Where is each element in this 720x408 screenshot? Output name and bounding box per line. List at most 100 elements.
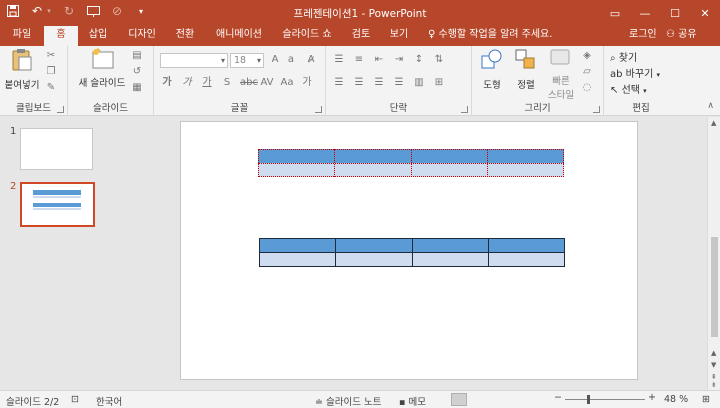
save-icon[interactable] (6, 4, 20, 18)
tab-insert[interactable]: 삽입 (82, 26, 114, 46)
slideshow-view-icon[interactable] (535, 393, 551, 406)
customize-icon[interactable]: ▾ (134, 4, 148, 18)
tab-animations[interactable]: 애니메이션 (210, 26, 268, 46)
columns-icon[interactable]: ▥ (412, 77, 426, 89)
normal-view-icon[interactable] (451, 393, 467, 406)
slide-canvas[interactable] (180, 121, 638, 380)
reset-icon[interactable]: ↺ (130, 66, 144, 78)
ribbon-display-icon[interactable]: ▭ (600, 0, 630, 26)
slide-thumbnail-2[interactable] (20, 182, 95, 227)
slide-sorter-icon[interactable] (479, 393, 495, 406)
section-icon[interactable]: ▦ (130, 82, 144, 94)
zoom-level[interactable]: 48 % (664, 394, 688, 405)
chevron-down-icon: ▾ (643, 87, 647, 95)
notes-button[interactable]: ≐ 슬라이드 노트 (315, 394, 381, 408)
shapes-button[interactable]: 도형 (476, 48, 508, 91)
italic-icon[interactable]: 가 (180, 77, 194, 89)
spacing-icon[interactable]: AV (260, 77, 274, 89)
tab-design[interactable]: 디자인 (122, 26, 162, 46)
paste-button[interactable]: 붙여넣기 (4, 48, 40, 91)
reading-view-icon[interactable] (507, 393, 523, 406)
touch-mode-icon[interactable]: ⊘ (110, 4, 124, 18)
underline-icon[interactable]: 가 (200, 77, 214, 89)
arrange-button[interactable]: 정렬 (510, 48, 542, 91)
shape-fill-icon[interactable]: ◈ (580, 50, 594, 62)
redo-icon[interactable]: ↻ (62, 4, 76, 18)
start-from-beginning-icon[interactable] (86, 4, 100, 18)
undo-icon[interactable]: ↶ (30, 4, 44, 18)
table-1[interactable] (258, 149, 564, 177)
justify-icon[interactable]: ☰ (392, 77, 406, 89)
increase-indent-icon[interactable]: ⇥ (392, 54, 406, 66)
cut-icon[interactable]: ✂ (44, 50, 58, 62)
tab-transitions[interactable]: 전환 (168, 26, 202, 46)
tab-file[interactable]: 파일 (6, 26, 38, 46)
tab-review[interactable]: 검토 (346, 26, 376, 46)
scroll-down-icon[interactable]: ▼ (711, 361, 716, 369)
line-spacing-icon[interactable]: ↕ (412, 54, 426, 66)
language-indicator[interactable]: 한국어 (96, 394, 122, 408)
tell-me-box[interactable]: ♀ 수행할 작업을 알려 주세요. (428, 26, 552, 46)
align-center-icon[interactable]: ☰ (352, 77, 366, 89)
ribbon-tabs: 파일 홈 삽입 디자인 전환 애니메이션 슬라이드 쇼 검토 보기 ♀ 수행할 … (0, 26, 720, 46)
change-case-icon[interactable]: Aa (280, 77, 294, 89)
shrink-font-icon[interactable]: a (284, 54, 298, 66)
grow-font-icon[interactable]: A (268, 54, 282, 66)
shadow-icon[interactable]: S (220, 77, 234, 89)
zoom-slider-knob[interactable] (587, 395, 590, 404)
slide-thumbnail-1[interactable] (20, 128, 93, 170)
dialog-launcher-icon[interactable] (593, 106, 600, 113)
next-slide-icon[interactable]: ⇟ (711, 381, 717, 389)
arrange-icon (510, 48, 542, 75)
dialog-launcher-icon[interactable] (315, 106, 322, 113)
close-icon[interactable]: ✕ (690, 0, 720, 26)
text-direction-icon[interactable]: ⇅ (432, 54, 446, 66)
align-text-icon[interactable]: ⊞ (432, 77, 446, 89)
table-2[interactable] (259, 238, 565, 267)
align-right-icon[interactable]: ☰ (372, 77, 386, 89)
comments-button[interactable]: ▪ 메모 (399, 394, 426, 408)
zoom-in-icon[interactable]: + (648, 392, 656, 403)
quick-styles-button[interactable]: 빠른 스타일 (544, 48, 578, 101)
select-button[interactable]: ↖ 선택 ▾ (610, 81, 647, 96)
scroll-up-icon[interactable]: ▲ (711, 349, 716, 357)
vertical-scrollbar[interactable]: ▲ ▲ ▼ ⇞ ⇟ (707, 117, 720, 390)
shape-effects-icon[interactable]: ◌ (580, 82, 594, 94)
dialog-launcher-icon[interactable] (461, 106, 468, 113)
zoom-out-icon[interactable]: − (554, 392, 562, 403)
strikethrough-icon[interactable]: abc (240, 77, 258, 89)
login-link[interactable]: 로그인 (629, 26, 657, 44)
previous-slide-icon[interactable]: ⇞ (711, 373, 717, 381)
collapse-ribbon-icon[interactable]: ∧ (707, 101, 714, 111)
maximize-icon[interactable]: ☐ (660, 0, 690, 26)
find-button[interactable]: ⌕ 찾기 (610, 49, 637, 64)
font-name-combo[interactable]: ▾ (160, 53, 228, 68)
fit-slide-icon[interactable]: ⊞ (702, 394, 710, 405)
highlight-icon[interactable]: 가 (300, 77, 314, 89)
layout-icon[interactable]: ▤ (130, 50, 144, 62)
tab-home[interactable]: 홈 (44, 26, 78, 46)
shape-outline-icon[interactable]: ▱ (580, 66, 594, 78)
bold-icon[interactable]: 가 (160, 77, 174, 89)
dialog-launcher-icon[interactable] (57, 106, 64, 113)
decrease-indent-icon[interactable]: ⇤ (372, 54, 386, 66)
scrollbar-thumb[interactable] (711, 237, 718, 337)
zoom-slider[interactable] (565, 399, 645, 400)
scroll-up-icon[interactable]: ▲ (711, 119, 716, 127)
tab-slideshow[interactable]: 슬라이드 쇼 (276, 26, 338, 46)
numbering-icon[interactable]: ≡ (352, 54, 366, 66)
clear-formatting-icon[interactable]: A̷ (304, 54, 318, 66)
share-button[interactable]: ⚇ 공유 (666, 26, 697, 44)
align-left-icon[interactable]: ☰ (332, 77, 346, 89)
minimize-icon[interactable]: — (630, 0, 660, 26)
comment-icon: ▪ (399, 397, 406, 408)
tab-view[interactable]: 보기 (384, 26, 414, 46)
new-slide-button[interactable]: 새 슬라이드 (76, 48, 128, 89)
replace-button[interactable]: ab 바꾸기 ▾ (610, 65, 660, 80)
copy-icon[interactable]: ❐ (44, 66, 58, 78)
format-painter-icon[interactable]: ✎ (44, 82, 58, 94)
spellcheck-icon[interactable]: ⊡ (71, 394, 79, 405)
bullets-icon[interactable]: ☰ (332, 54, 346, 66)
font-size-combo[interactable]: 18 ▾ (230, 53, 264, 68)
chevron-down-icon[interactable]: ▾ (46, 4, 52, 18)
